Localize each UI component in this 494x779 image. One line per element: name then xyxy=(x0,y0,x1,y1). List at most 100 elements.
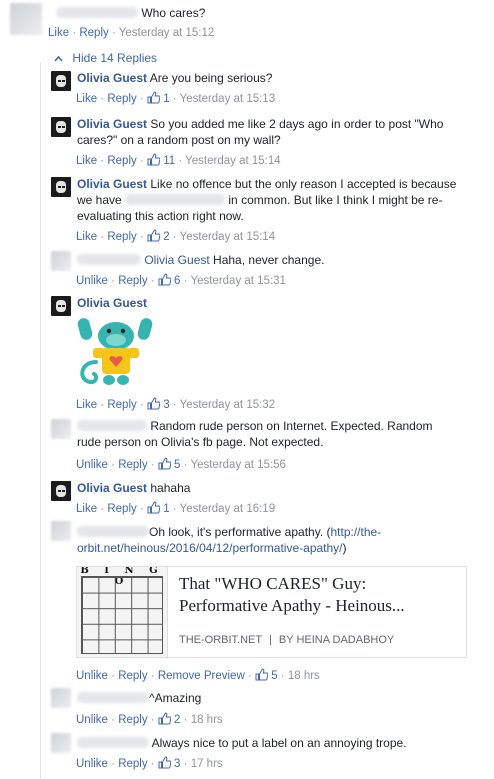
reply-link[interactable]: Reply xyxy=(107,399,136,411)
timestamp[interactable]: 17 hrs xyxy=(191,758,223,770)
timestamp[interactable]: 18 hrs xyxy=(288,670,320,682)
reply-link[interactable]: Reply xyxy=(79,27,108,39)
thumbs-up-icon[interactable] xyxy=(158,712,172,728)
comment-text: Who cares? xyxy=(141,6,206,20)
thumbs-up-icon[interactable] xyxy=(147,91,161,107)
timestamp[interactable]: Yesterday at 15:56 xyxy=(190,459,285,471)
like-link[interactable]: Like xyxy=(76,503,97,515)
timestamp[interactable]: Yesterday at 16:19 xyxy=(180,503,275,515)
reply-link[interactable]: Reply xyxy=(107,155,136,167)
top-comment: Who cares? xyxy=(56,5,486,21)
like-link[interactable]: Like xyxy=(76,155,97,167)
thumbs-up-icon[interactable] xyxy=(147,501,161,517)
reply-comment: Olivia Guest xyxy=(77,295,377,311)
timestamp[interactable]: 18 hrs xyxy=(191,714,223,726)
comment-text: Always nice to put a label on an annoyin… xyxy=(151,736,407,750)
reply-link[interactable]: Reply xyxy=(107,503,136,515)
avatar[interactable] xyxy=(51,521,71,541)
preview-divider: | xyxy=(268,634,272,646)
timestamp[interactable]: Yesterday at 15:14 xyxy=(180,231,275,243)
comment-text: Oh look, it's performative apathy. ( xyxy=(149,525,331,539)
reply-link[interactable]: Reply xyxy=(118,758,147,770)
avatar-olivia[interactable] xyxy=(51,71,71,91)
reaction-count[interactable]: 11 xyxy=(163,155,175,167)
author-name[interactable]: Olivia Guest xyxy=(77,71,147,85)
author-name-redacted[interactable] xyxy=(77,692,149,703)
reply-comment: ^Amazing xyxy=(77,690,407,706)
comment-text: Are you being serious? xyxy=(149,71,273,85)
remove-preview-link[interactable]: Remove Preview xyxy=(158,670,245,682)
author-name[interactable]: Olivia Guest xyxy=(77,296,147,310)
avatar[interactable] xyxy=(51,733,71,753)
author-name-redacted[interactable] xyxy=(56,7,138,18)
reply-link[interactable]: Reply xyxy=(118,459,147,471)
hide-replies-toggle[interactable]: Hide 14 Replies xyxy=(54,51,157,65)
unlike-link[interactable]: Unlike xyxy=(76,670,108,682)
author-name-redacted[interactable] xyxy=(77,420,147,431)
avatar[interactable] xyxy=(10,3,42,35)
unlike-link[interactable]: Unlike xyxy=(76,275,108,287)
comment-text: Haha, never change. xyxy=(213,253,325,267)
author-name[interactable]: Olivia Guest xyxy=(77,117,147,131)
reply-comment: Olivia Guest Like no offence but the onl… xyxy=(77,176,461,224)
thumbs-up-icon[interactable] xyxy=(147,397,161,413)
avatar[interactable] xyxy=(51,419,71,439)
author-name[interactable]: Olivia Guest xyxy=(77,481,147,495)
like-link[interactable]: Like xyxy=(76,231,97,243)
avatar[interactable] xyxy=(51,251,71,271)
author-name-redacted[interactable] xyxy=(77,254,141,265)
preview-meta: THE-ORBIT.NET | BY HEINA DADABHOY xyxy=(179,634,394,646)
mention-link[interactable]: Olivia Guest xyxy=(144,253,209,267)
mutual-friends-redacted[interactable] xyxy=(125,194,226,205)
comment-text: ^Amazing xyxy=(149,691,202,705)
reply-actions: Unlike · Reply · 6 · Yesterday at 15:31 xyxy=(76,273,286,289)
author-name[interactable]: Olivia Guest xyxy=(77,177,147,191)
timestamp[interactable]: Yesterday at 15:32 xyxy=(180,399,275,411)
reply-actions: Like · Reply · 3 · Yesterday at 15:32 xyxy=(76,397,276,413)
avatar-olivia[interactable] xyxy=(51,481,71,501)
reply-actions: Unlike · Reply · Remove Preview · 5 · 18… xyxy=(76,668,320,684)
like-link[interactable]: Like xyxy=(76,399,97,411)
link-preview-card[interactable]: B I N G O That "WHO CARES" Guy: Performa… xyxy=(76,566,467,658)
reply-link[interactable]: Reply xyxy=(107,231,136,243)
timestamp[interactable]: Yesterday at 15:31 xyxy=(190,275,285,287)
reply-comment: Always nice to put a label on an annoyin… xyxy=(77,735,437,751)
thumbs-up-icon[interactable] xyxy=(158,273,172,289)
reply-comment: Random rude person on Internet. Expected… xyxy=(77,418,437,450)
author-name-redacted[interactable] xyxy=(77,737,149,748)
unlike-link[interactable]: Unlike xyxy=(76,459,108,471)
thumbs-up-icon[interactable] xyxy=(158,756,172,772)
monkey-sticker[interactable] xyxy=(76,316,156,390)
like-link[interactable]: Like xyxy=(48,27,69,39)
unlike-link[interactable]: Unlike xyxy=(76,758,108,770)
thumbs-up-icon[interactable] xyxy=(147,153,161,169)
thumbs-up-icon[interactable] xyxy=(147,229,161,245)
unlike-link[interactable]: Unlike xyxy=(76,714,108,726)
reply-actions: Unlike · Reply · 3 · 17 hrs xyxy=(76,756,223,772)
thumbs-up-icon[interactable] xyxy=(255,668,269,684)
reply-link[interactable]: Reply xyxy=(118,714,147,726)
preview-title[interactable]: That "WHO CARES" Guy: Performative Apath… xyxy=(179,573,459,617)
reply-link[interactable]: Reply xyxy=(118,275,147,287)
reply-actions: Unlike · Reply · 5 · Yesterday at 15:56 xyxy=(76,457,286,473)
timestamp[interactable]: Yesterday at 15:14 xyxy=(185,155,280,167)
author-name-redacted[interactable] xyxy=(77,526,149,537)
timestamp[interactable]: Yesterday at 15:13 xyxy=(180,93,275,105)
bingo-grid xyxy=(81,576,163,654)
reply-actions: Like · Reply · 1 · Yesterday at 15:13 xyxy=(76,91,276,107)
preview-byline: BY HEINA DADABHOY xyxy=(278,634,395,646)
avatar-olivia[interactable] xyxy=(51,296,71,316)
top-comment-actions: Like · Reply · Yesterday at 15:12 xyxy=(48,27,215,39)
avatar[interactable] xyxy=(51,688,71,708)
reply-thread-line xyxy=(40,62,41,779)
like-link[interactable]: Like xyxy=(76,93,97,105)
reply-link[interactable]: Reply xyxy=(118,670,147,682)
chevron-up-icon xyxy=(54,51,63,65)
avatar-olivia[interactable] xyxy=(51,117,71,137)
comment-text-end: ) xyxy=(342,541,347,555)
reply-comment: Olivia Guest Are you being serious? xyxy=(77,70,477,86)
avatar-olivia[interactable] xyxy=(51,177,71,197)
timestamp[interactable]: Yesterday at 15:12 xyxy=(119,27,214,39)
reply-link[interactable]: Reply xyxy=(107,93,136,105)
thumbs-up-icon[interactable] xyxy=(158,457,172,473)
